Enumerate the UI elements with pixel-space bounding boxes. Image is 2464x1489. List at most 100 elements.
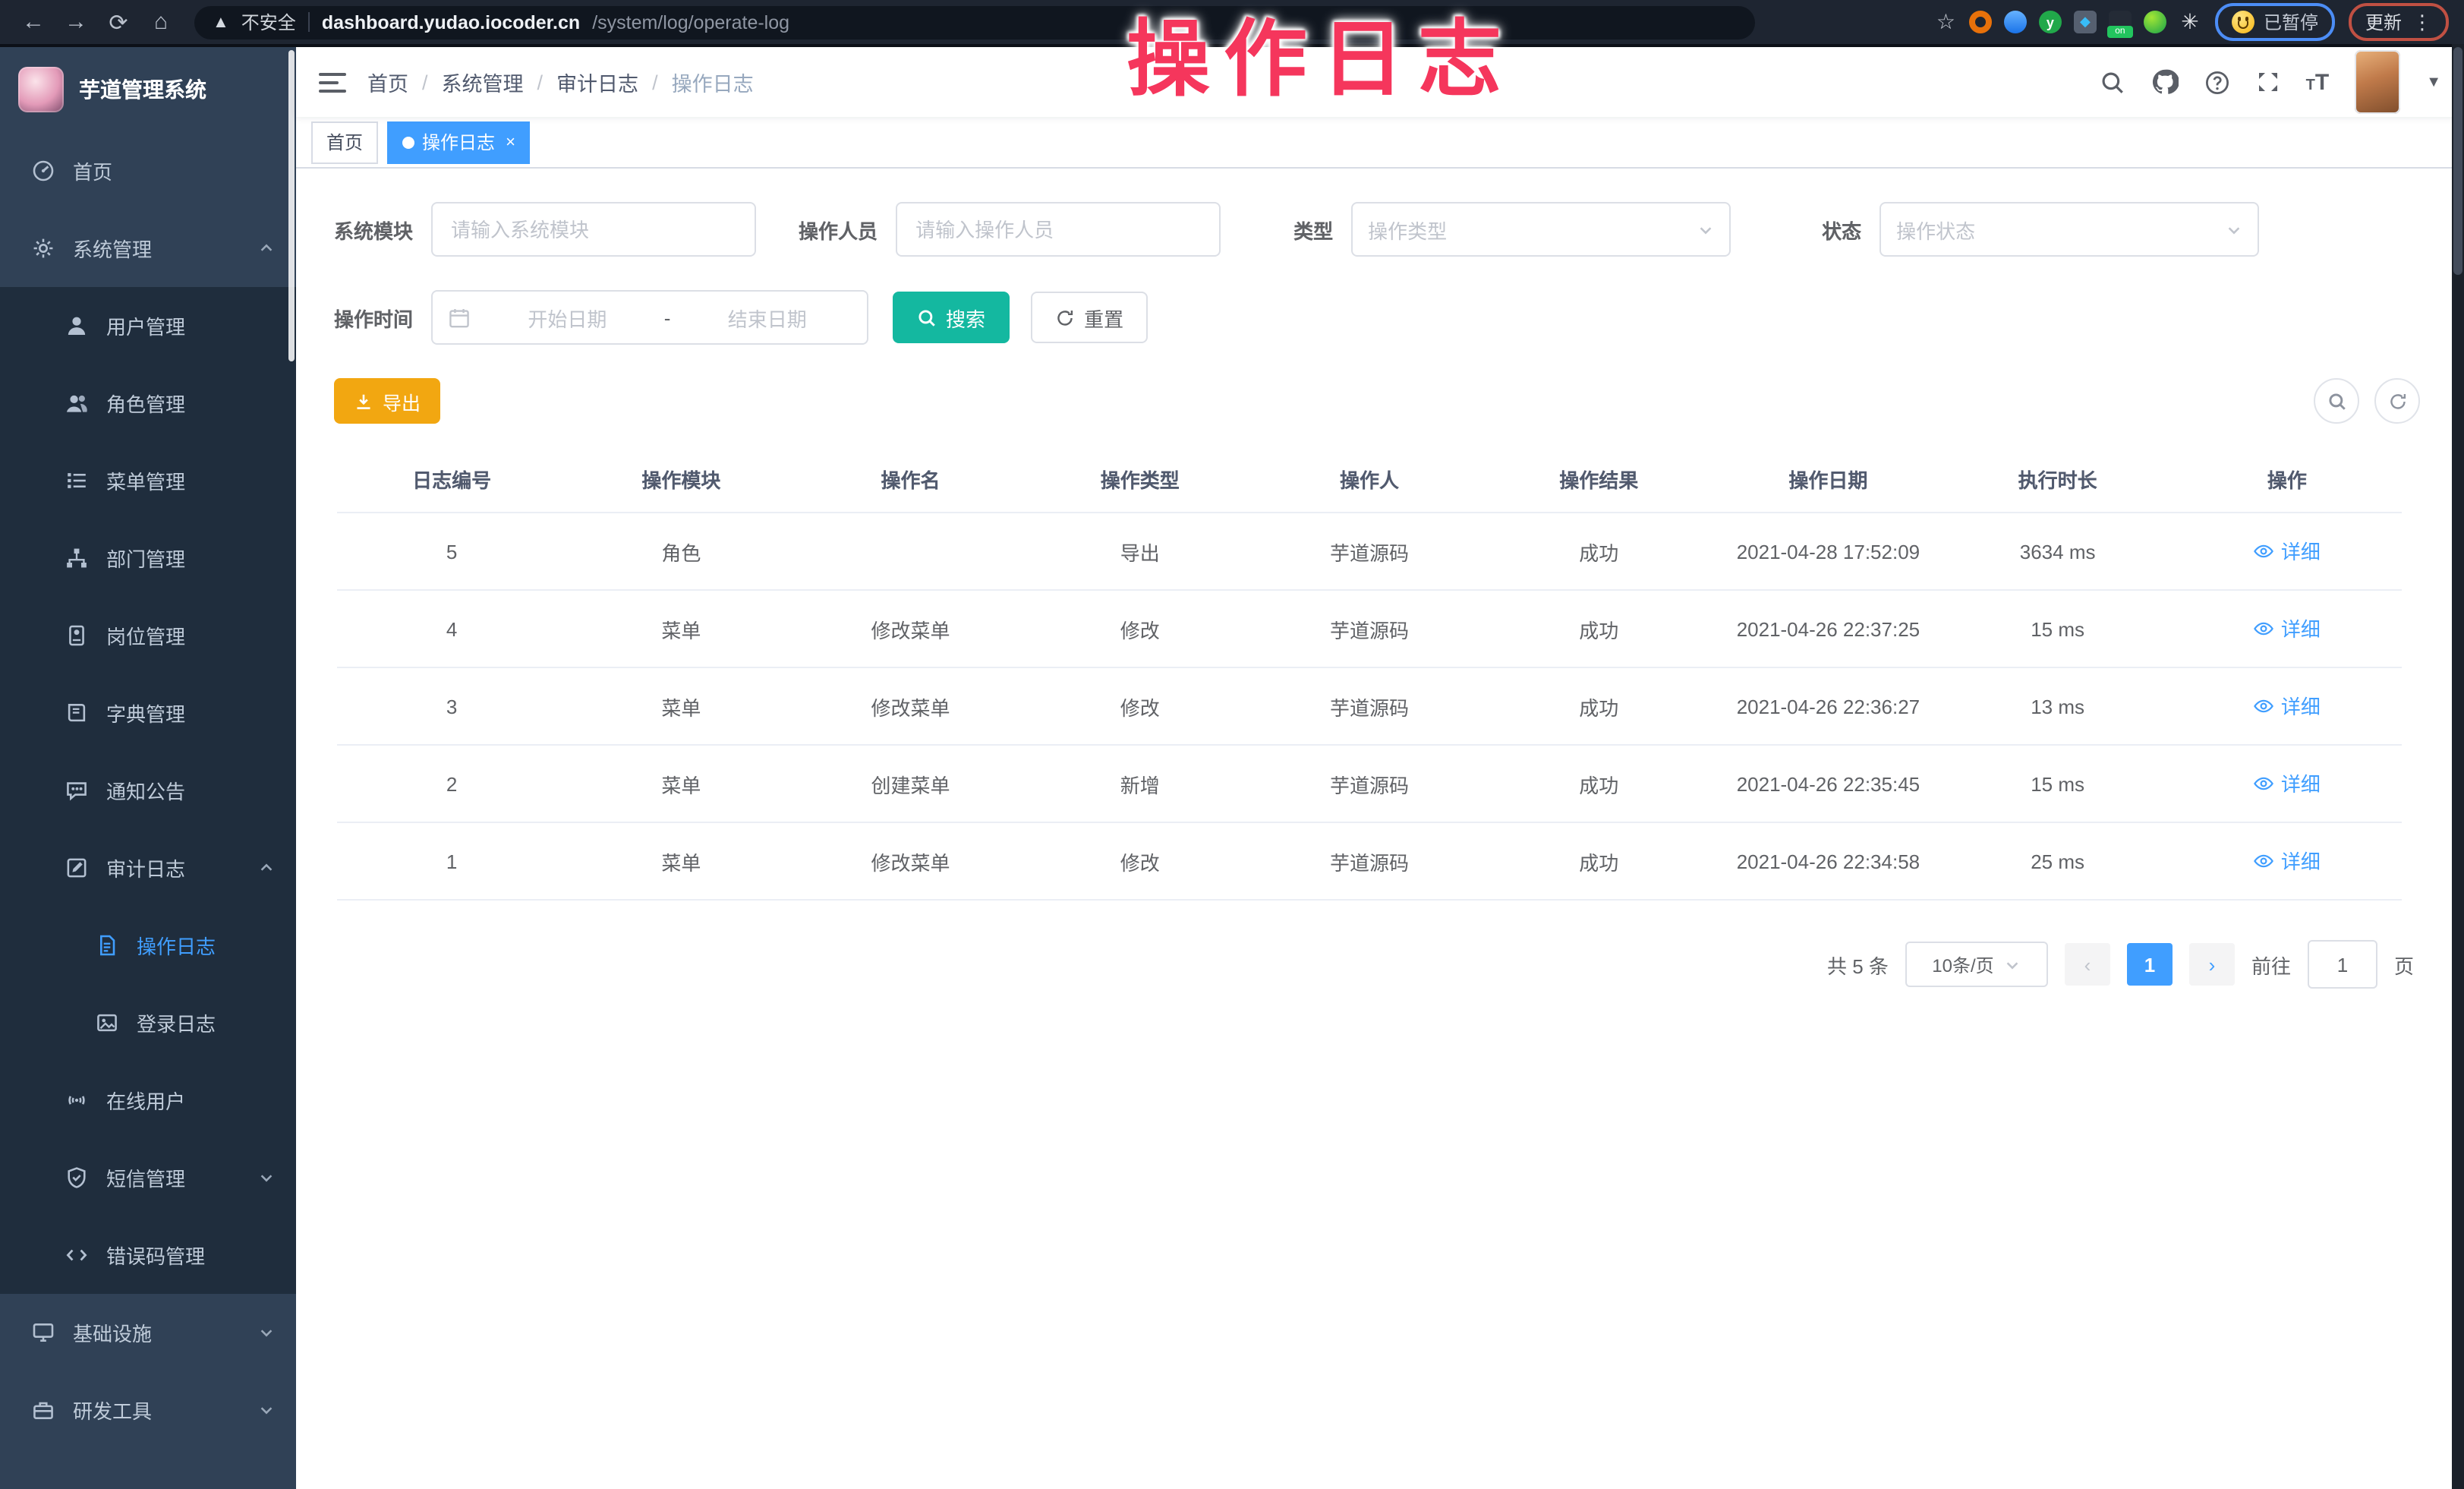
reload-icon[interactable]: ⟳ (100, 4, 137, 40)
sidebar-item-错误码管理[interactable]: 错误码管理 (0, 1216, 296, 1294)
avatar-caret-down-icon[interactable]: ▼ (2426, 74, 2441, 90)
breadcrumb-item-1[interactable]: 首页 (367, 67, 408, 97)
close-tab-icon[interactable]: × (506, 133, 515, 151)
tab-首页[interactable]: 首页 (311, 121, 378, 163)
detail-link[interactable]: 详细 (2254, 537, 2321, 566)
cell-type: 新增 (1026, 745, 1255, 822)
blue-pin-extension-icon[interactable] (2004, 11, 2027, 33)
chevron-down-icon (258, 1169, 275, 1186)
module-input[interactable] (431, 202, 756, 257)
column-header-操作模块: 操作模块 (566, 445, 796, 513)
breadcrumb: 首页/系统管理/审计日志/操作日志 (367, 67, 754, 97)
browser-update-button[interactable]: 更新 ⋮ (2349, 3, 2449, 41)
home-icon[interactable]: ⌂ (143, 4, 179, 40)
white-pinwheel-extension-icon[interactable]: ✳ (2179, 11, 2201, 33)
sidebar-item-角色管理[interactable]: 角色管理 (0, 364, 296, 442)
detail-link[interactable]: 详细 (2254, 614, 2321, 643)
sidebar-item-登录日志[interactable]: 登录日志 (0, 984, 296, 1062)
search-icon[interactable] (2100, 69, 2125, 95)
sidebar-item-研发工具[interactable]: 研发工具 (0, 1371, 296, 1449)
cell-module: 菜单 (566, 745, 796, 822)
help-icon[interactable] (2204, 69, 2230, 95)
app-logo-row[interactable]: 芋道管理系统 (0, 47, 296, 132)
address-bar[interactable]: ▲ 不安全 dashboard.yudao.iocoder.cn/system/… (194, 5, 1755, 39)
sidebar-item-系统管理[interactable]: 系统管理 (0, 210, 296, 287)
blue-gem-extension-icon[interactable]: ◆ (2074, 11, 2097, 33)
export-button[interactable]: 导出 (334, 378, 440, 424)
cell-id: 2 (337, 745, 566, 822)
back-icon[interactable]: ← (15, 4, 52, 40)
chevron-down-icon (2226, 221, 2242, 238)
url-path: /system/log/operate-log (592, 11, 789, 33)
cell-type: 修改 (1026, 822, 1255, 900)
goto-page-input[interactable] (2308, 940, 2377, 989)
scrollbar-thumb[interactable] (2453, 47, 2462, 275)
toolbar-row: 导出 (334, 378, 2426, 424)
chevron-down-icon (1697, 221, 1714, 238)
fullscreen-icon[interactable] (2256, 70, 2280, 94)
page-scrollbar[interactable] (2452, 44, 2464, 1489)
reset-button[interactable]: 重置 (1031, 292, 1148, 343)
sidebar-scrollbar[interactable] (288, 50, 295, 361)
audit-icon (64, 856, 88, 879)
breadcrumb-item-2[interactable]: 系统管理 (442, 67, 524, 97)
breadcrumb-item-3[interactable]: 审计日志 (556, 67, 638, 97)
forward-icon[interactable]: → (58, 4, 94, 40)
sidebar-item-短信管理[interactable]: 短信管理 (0, 1139, 296, 1216)
type-label: 类型 (1293, 215, 1333, 244)
orange-ring-extension-icon[interactable] (1969, 11, 1992, 33)
page-size-select[interactable]: 10条/页 (1905, 942, 2048, 987)
sidebar-item-label: 研发工具 (73, 1396, 152, 1424)
cell-name: 修改菜单 (796, 822, 1025, 900)
cell-operator: 芋道源码 (1255, 513, 1484, 590)
refresh-table-button[interactable] (2374, 378, 2420, 424)
status-select[interactable]: 操作状态 (1880, 202, 2259, 257)
sidebar-item-用户管理[interactable]: 用户管理 (0, 287, 296, 364)
green-leaf-extension-icon[interactable] (2144, 11, 2166, 33)
current-page-button[interactable]: 1 (2127, 943, 2173, 986)
user-icon (64, 314, 88, 337)
bookmark-star-icon[interactable]: ☆ (1936, 9, 1955, 35)
app-title: 芋道管理系统 (79, 74, 206, 105)
next-page-button[interactable]: › (2189, 943, 2235, 986)
detail-link[interactable]: 详细 (2254, 769, 2321, 798)
filter-time: 操作时间 开始日期 - 结束日期 (334, 290, 868, 345)
sidebar-item-label: 系统管理 (73, 234, 152, 263)
operator-input[interactable] (896, 202, 1221, 257)
detail-label: 详细 (2281, 692, 2321, 721)
sidebar-item-在线用户[interactable]: 在线用户 (0, 1062, 296, 1139)
sidebar-item-审计日志[interactable]: 审计日志 (0, 829, 296, 907)
sidebar-item-字典管理[interactable]: 字典管理 (0, 674, 296, 752)
sidebar-item-基础设施[interactable]: 基础设施 (0, 1294, 296, 1371)
show-search-button[interactable] (2314, 378, 2359, 424)
sidebar-item-首页[interactable]: 首页 (0, 132, 296, 210)
tab-操作日志[interactable]: 操作日志× (387, 121, 531, 163)
sidebar-item-label: 用户管理 (106, 311, 185, 340)
filter-module: 系统模块 (334, 202, 756, 257)
font-size-icon[interactable]: TT (2306, 71, 2330, 93)
column-header-操作名: 操作名 (796, 445, 1025, 513)
prev-page-button[interactable]: ‹ (2065, 943, 2110, 986)
search-button[interactable]: 搜索 (893, 292, 1010, 343)
sidebar-item-操作日志[interactable]: 操作日志 (0, 907, 296, 984)
export-button-label: 导出 (383, 386, 421, 415)
date-range-picker[interactable]: 开始日期 - 结束日期 (431, 290, 868, 345)
eye-icon (2254, 850, 2275, 872)
detail-link[interactable]: 详细 (2254, 692, 2321, 721)
collapse-menu-icon[interactable] (319, 71, 346, 93)
list-icon (64, 469, 88, 492)
sidebar-item-通知公告[interactable]: 通知公告 (0, 752, 296, 829)
user-avatar[interactable] (2355, 50, 2400, 114)
cell-type: 修改 (1026, 667, 1255, 745)
dark-on-badge-extension-icon[interactable]: on (2109, 11, 2132, 33)
detail-link[interactable]: 详细 (2254, 847, 2321, 875)
sidebar-item-菜单管理[interactable]: 菜单管理 (0, 442, 296, 519)
type-select[interactable]: 操作类型 (1351, 202, 1731, 257)
sidebar-item-岗位管理[interactable]: 岗位管理 (0, 597, 296, 674)
cell-module: 菜单 (566, 822, 796, 900)
github-icon[interactable] (2151, 68, 2179, 96)
green-v-extension-icon[interactable]: y (2039, 11, 2062, 33)
browser-menu-icon[interactable]: ⋮ (2412, 10, 2432, 34)
profile-paused-badge[interactable]: 已暂停 (2215, 3, 2335, 41)
sidebar-item-部门管理[interactable]: 部门管理 (0, 519, 296, 597)
